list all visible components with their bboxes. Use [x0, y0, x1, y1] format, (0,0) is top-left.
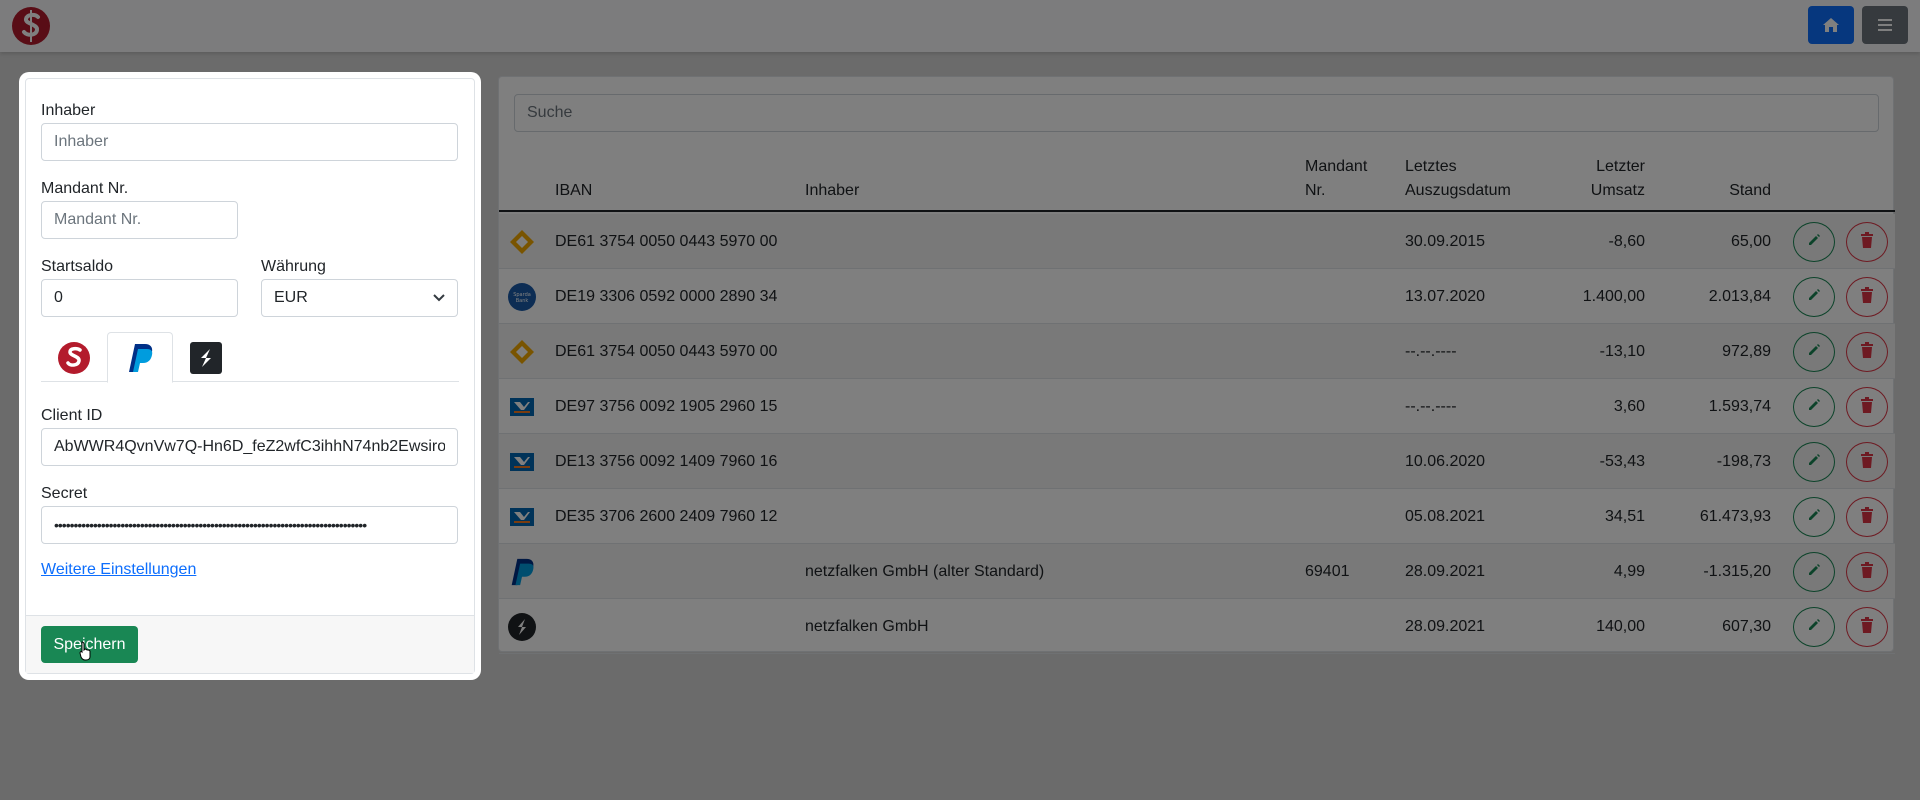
form-footer: Speichern [26, 615, 474, 673]
weitere-einstellungen-link[interactable]: Weitere Einstellungen [41, 561, 196, 579]
waehrung-value: EUR [274, 289, 308, 306]
sumup-icon [190, 341, 222, 374]
startsaldo-label: Startsaldo [41, 258, 114, 275]
paypal-icon [129, 343, 153, 372]
client-id-label: Client ID [41, 407, 103, 424]
inhaber-label: Inhaber [41, 102, 96, 119]
mouse-cursor-icon [79, 641, 91, 661]
tab-sumup[interactable] [173, 332, 239, 383]
tab-paypal[interactable] [107, 332, 173, 383]
account-form: Inhaber Mandant Nr. Startsaldo Währung E… [25, 78, 475, 674]
waehrung-select[interactable]: EUR [261, 279, 458, 317]
waehrung-label: Währung [261, 258, 326, 275]
chevron-down-icon [433, 280, 445, 330]
tab-starmoney[interactable] [41, 332, 107, 383]
startsaldo-input[interactable] [41, 279, 238, 317]
client-id-input[interactable] [41, 428, 458, 466]
mandant-label: Mandant Nr. [41, 180, 129, 197]
secret-input[interactable]: ••••••••••••••••••••••••••••••••••••••••… [41, 506, 458, 544]
account-form-panel: Inhaber Mandant Nr. Startsaldo Währung E… [19, 72, 481, 680]
starmoney-icon [58, 341, 90, 374]
mandant-input[interactable] [41, 201, 238, 239]
secret-label: Secret [41, 485, 88, 502]
inhaber-input[interactable] [41, 123, 458, 161]
provider-tabs [41, 332, 459, 383]
